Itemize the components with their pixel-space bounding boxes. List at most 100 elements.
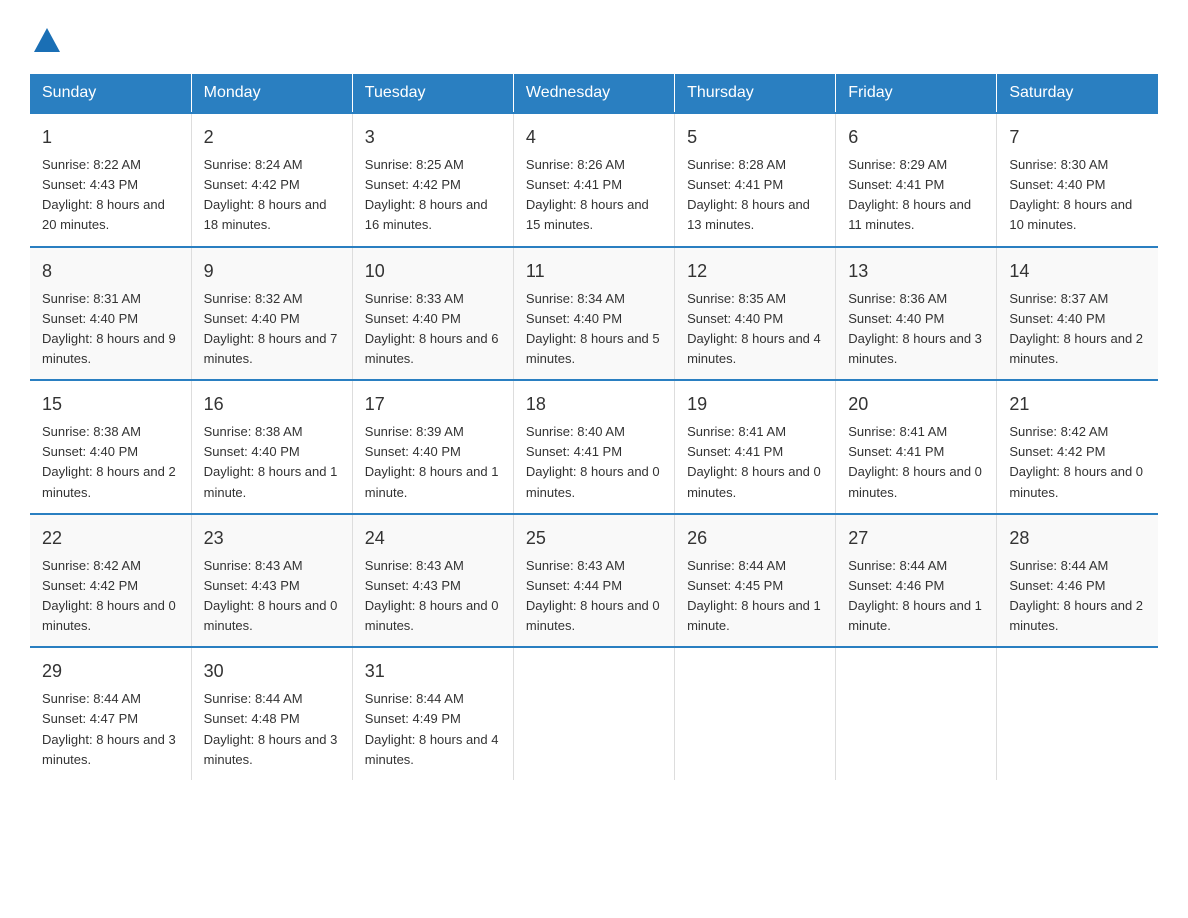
day-number: 13 bbox=[848, 258, 984, 285]
day-cell: 22Sunrise: 8:42 AMSunset: 4:42 PMDayligh… bbox=[30, 514, 191, 648]
day-number: 19 bbox=[687, 391, 823, 418]
day-info: Sunrise: 8:44 AMSunset: 4:46 PMDaylight:… bbox=[1009, 556, 1146, 637]
day-info: Sunrise: 8:35 AMSunset: 4:40 PMDaylight:… bbox=[687, 289, 823, 370]
day-info: Sunrise: 8:37 AMSunset: 4:40 PMDaylight:… bbox=[1009, 289, 1146, 370]
day-cell: 18 Sunrise: 8:40 AMSunset: 4:41 PMDayligh… bbox=[513, 380, 674, 514]
day-info: Sunrise: 8:32 AMSunset: 4:40 PMDaylight:… bbox=[204, 289, 340, 370]
header-cell-friday: Friday bbox=[836, 74, 997, 113]
day-cell bbox=[997, 647, 1158, 780]
day-number: 29 bbox=[42, 658, 179, 685]
calendar-table: SundayMondayTuesdayWednesdayThursdayFrid… bbox=[30, 74, 1158, 780]
day-number: 11 bbox=[526, 258, 662, 285]
day-cell bbox=[513, 647, 674, 780]
day-cell: 23 Sunrise: 8:43 AMSunset: 4:43 PMDayligh… bbox=[191, 514, 352, 648]
day-info: Sunrise: 8:38 AMSunset: 4:40 PMDaylight:… bbox=[42, 422, 179, 503]
header-cell-thursday: Thursday bbox=[675, 74, 836, 113]
header-row: SundayMondayTuesdayWednesdayThursdayFrid… bbox=[30, 74, 1158, 113]
week-row-2: 8Sunrise: 8:31 AMSunset: 4:40 PMDaylight… bbox=[30, 247, 1158, 381]
header-cell-wednesday: Wednesday bbox=[513, 74, 674, 113]
day-number: 1 bbox=[42, 124, 179, 151]
day-number: 24 bbox=[365, 525, 501, 552]
calendar-body: 1 Sunrise: 8:22 AMSunset: 4:43 PMDaylight… bbox=[30, 113, 1158, 780]
day-cell: 27 Sunrise: 8:44 AMSunset: 4:46 PMDayligh… bbox=[836, 514, 997, 648]
day-number: 23 bbox=[204, 525, 340, 552]
day-cell: 16Sunrise: 8:38 AMSunset: 4:40 PMDayligh… bbox=[191, 380, 352, 514]
day-info: Sunrise: 8:34 AMSunset: 4:40 PMDaylight:… bbox=[526, 289, 662, 370]
day-number: 2 bbox=[204, 124, 340, 151]
day-info: Sunrise: 8:26 AMSunset: 4:41 PMDaylight:… bbox=[526, 155, 662, 236]
day-info: Sunrise: 8:30 AMSunset: 4:40 PMDaylight:… bbox=[1009, 155, 1146, 236]
day-info: Sunrise: 8:33 AMSunset: 4:40 PMDaylight:… bbox=[365, 289, 501, 370]
day-info: Sunrise: 8:22 AMSunset: 4:43 PMDaylight:… bbox=[42, 155, 179, 236]
day-cell: 8Sunrise: 8:31 AMSunset: 4:40 PMDaylight… bbox=[30, 247, 191, 381]
day-info: Sunrise: 8:29 AMSunset: 4:41 PMDaylight:… bbox=[848, 155, 984, 236]
day-info: Sunrise: 8:40 AMSunset: 4:41 PMDaylight:… bbox=[526, 422, 662, 503]
day-info: Sunrise: 8:43 AMSunset: 4:43 PMDaylight:… bbox=[365, 556, 501, 637]
week-row-4: 22Sunrise: 8:42 AMSunset: 4:42 PMDayligh… bbox=[30, 514, 1158, 648]
day-cell bbox=[836, 647, 997, 780]
day-number: 5 bbox=[687, 124, 823, 151]
day-cell: 25Sunrise: 8:43 AMSunset: 4:44 PMDayligh… bbox=[513, 514, 674, 648]
day-number: 26 bbox=[687, 525, 823, 552]
day-number: 7 bbox=[1009, 124, 1146, 151]
day-number: 3 bbox=[365, 124, 501, 151]
day-info: Sunrise: 8:31 AMSunset: 4:40 PMDaylight:… bbox=[42, 289, 179, 370]
day-info: Sunrise: 8:24 AMSunset: 4:42 PMDaylight:… bbox=[204, 155, 340, 236]
day-cell: 10 Sunrise: 8:33 AMSunset: 4:40 PMDayligh… bbox=[352, 247, 513, 381]
day-number: 21 bbox=[1009, 391, 1146, 418]
day-cell bbox=[675, 647, 836, 780]
day-number: 15 bbox=[42, 391, 179, 418]
week-row-1: 1 Sunrise: 8:22 AMSunset: 4:43 PMDaylight… bbox=[30, 113, 1158, 247]
day-info: Sunrise: 8:41 AMSunset: 4:41 PMDaylight:… bbox=[687, 422, 823, 503]
day-info: Sunrise: 8:39 AMSunset: 4:40 PMDaylight:… bbox=[365, 422, 501, 503]
day-cell: 19 Sunrise: 8:41 AMSunset: 4:41 PMDayligh… bbox=[675, 380, 836, 514]
day-info: Sunrise: 8:41 AMSunset: 4:41 PMDaylight:… bbox=[848, 422, 984, 503]
day-info: Sunrise: 8:42 AMSunset: 4:42 PMDaylight:… bbox=[1009, 422, 1146, 503]
day-cell: 21 Sunrise: 8:42 AMSunset: 4:42 PMDayligh… bbox=[997, 380, 1158, 514]
day-number: 30 bbox=[204, 658, 340, 685]
day-cell: 17 Sunrise: 8:39 AMSunset: 4:40 PMDayligh… bbox=[352, 380, 513, 514]
day-number: 12 bbox=[687, 258, 823, 285]
header-cell-saturday: Saturday bbox=[997, 74, 1158, 113]
day-number: 6 bbox=[848, 124, 984, 151]
day-cell: 5 Sunrise: 8:28 AMSunset: 4:41 PMDaylight… bbox=[675, 113, 836, 247]
day-cell: 3 Sunrise: 8:25 AMSunset: 4:42 PMDaylight… bbox=[352, 113, 513, 247]
day-cell: 30Sunrise: 8:44 AMSunset: 4:48 PMDayligh… bbox=[191, 647, 352, 780]
day-cell: 4 Sunrise: 8:26 AMSunset: 4:41 PMDaylight… bbox=[513, 113, 674, 247]
day-cell: 14Sunrise: 8:37 AMSunset: 4:40 PMDayligh… bbox=[997, 247, 1158, 381]
day-cell: 11 Sunrise: 8:34 AMSunset: 4:40 PMDayligh… bbox=[513, 247, 674, 381]
day-number: 28 bbox=[1009, 525, 1146, 552]
day-cell: 29 Sunrise: 8:44 AMSunset: 4:47 PMDayligh… bbox=[30, 647, 191, 780]
day-number: 25 bbox=[526, 525, 662, 552]
day-cell: 6 Sunrise: 8:29 AMSunset: 4:41 PMDaylight… bbox=[836, 113, 997, 247]
day-number: 27 bbox=[848, 525, 984, 552]
day-cell: 13 Sunrise: 8:36 AMSunset: 4:40 PMDayligh… bbox=[836, 247, 997, 381]
day-number: 9 bbox=[204, 258, 340, 285]
header-cell-sunday: Sunday bbox=[30, 74, 191, 113]
day-info: Sunrise: 8:28 AMSunset: 4:41 PMDaylight:… bbox=[687, 155, 823, 236]
week-row-3: 15 Sunrise: 8:38 AMSunset: 4:40 PMDayligh… bbox=[30, 380, 1158, 514]
day-number: 18 bbox=[526, 391, 662, 418]
day-cell: 9 Sunrise: 8:32 AMSunset: 4:40 PMDaylight… bbox=[191, 247, 352, 381]
day-cell: 24 Sunrise: 8:43 AMSunset: 4:43 PMDayligh… bbox=[352, 514, 513, 648]
header-cell-monday: Monday bbox=[191, 74, 352, 113]
day-number: 10 bbox=[365, 258, 501, 285]
page-header bbox=[30, 30, 1158, 54]
day-info: Sunrise: 8:44 AMSunset: 4:47 PMDaylight:… bbox=[42, 689, 179, 770]
day-number: 31 bbox=[365, 658, 501, 685]
day-info: Sunrise: 8:25 AMSunset: 4:42 PMDaylight:… bbox=[365, 155, 501, 236]
day-cell: 1 Sunrise: 8:22 AMSunset: 4:43 PMDaylight… bbox=[30, 113, 191, 247]
day-cell: 20 Sunrise: 8:41 AMSunset: 4:41 PMDayligh… bbox=[836, 380, 997, 514]
day-cell: 7 Sunrise: 8:30 AMSunset: 4:40 PMDaylight… bbox=[997, 113, 1158, 247]
day-cell: 28 Sunrise: 8:44 AMSunset: 4:46 PMDayligh… bbox=[997, 514, 1158, 648]
day-info: Sunrise: 8:36 AMSunset: 4:40 PMDaylight:… bbox=[848, 289, 984, 370]
day-info: Sunrise: 8:44 AMSunset: 4:46 PMDaylight:… bbox=[848, 556, 984, 637]
day-info: Sunrise: 8:43 AMSunset: 4:43 PMDaylight:… bbox=[204, 556, 340, 637]
day-number: 17 bbox=[365, 391, 501, 418]
day-number: 4 bbox=[526, 124, 662, 151]
day-number: 20 bbox=[848, 391, 984, 418]
day-cell: 26 Sunrise: 8:44 AMSunset: 4:45 PMDayligh… bbox=[675, 514, 836, 648]
day-info: Sunrise: 8:44 AMSunset: 4:45 PMDaylight:… bbox=[687, 556, 823, 637]
day-cell: 2 Sunrise: 8:24 AMSunset: 4:42 PMDaylight… bbox=[191, 113, 352, 247]
header-cell-tuesday: Tuesday bbox=[352, 74, 513, 113]
